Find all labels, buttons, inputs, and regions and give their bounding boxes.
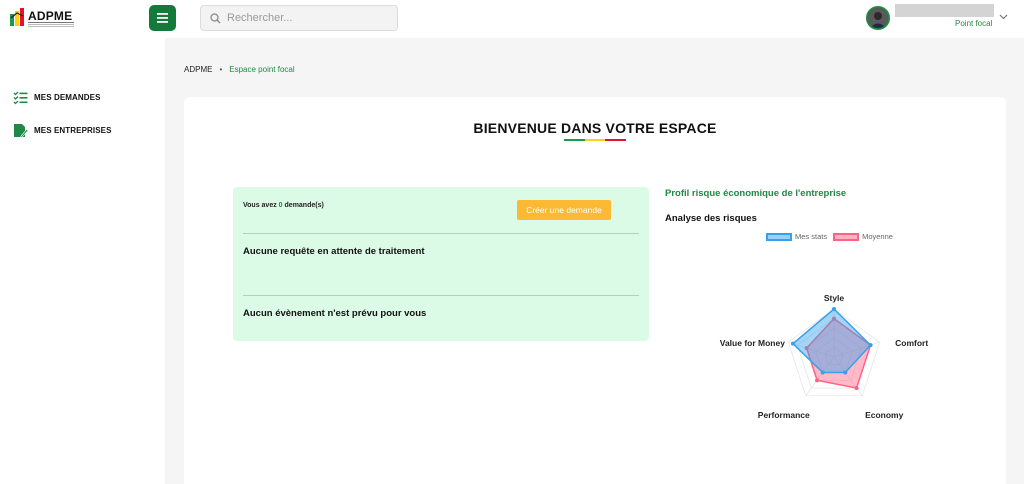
request-count-prefix: Vous avez [243, 202, 279, 209]
edit-document-icon [14, 124, 28, 138]
legend-item-mine[interactable]: Mes stats [766, 232, 827, 241]
requests-panel: Vous avez 0 demande(s) Créer une demande… [233, 187, 649, 341]
search-icon [210, 13, 221, 24]
user-avatar[interactable] [866, 6, 890, 30]
breadcrumb-root[interactable]: ADPME [184, 65, 212, 74]
user-name-redacted [895, 4, 994, 17]
checklist-icon [13, 91, 28, 105]
sidebar-item-demandes[interactable]: MES DEMANDES [13, 90, 101, 105]
no-pending-message: Aucune requête en attente de traitement [243, 246, 425, 257]
axis-label-economy: Economy [865, 410, 904, 420]
divider [243, 233, 639, 234]
sidebar-item-entreprises[interactable]: MES ENTREPRISES [13, 123, 112, 138]
chevron-down-icon[interactable] [999, 14, 1008, 20]
sidebar-item-label: MES DEMANDES [34, 93, 101, 102]
no-events-message: Aucun évènement n'est prévu pour vous [243, 308, 427, 319]
hamburger-icon [157, 13, 168, 23]
breadcrumb-current: Espace point focal [229, 65, 295, 74]
data-point [854, 386, 859, 391]
sidebar: MES DEMANDES MES ENTREPRISES [0, 38, 165, 484]
breadcrumb: ADPME • Espace point focal [184, 65, 295, 74]
axis-label-comfort: Comfort [895, 338, 928, 348]
breadcrumb-separator: • [219, 65, 223, 74]
flag-underline [564, 139, 627, 141]
main-card: BIENVENUE DANS VOTRE ESPACE Vous avez 0 … [184, 97, 1006, 484]
search-input[interactable] [227, 9, 391, 27]
chart-legend: Mes stats Moyenne [766, 232, 899, 241]
data-point [868, 343, 873, 348]
request-count-suffix: demande(s) [282, 202, 324, 209]
data-point [843, 370, 848, 375]
axis-label-style: Style [824, 293, 845, 303]
data-point [815, 378, 820, 383]
request-count-text: Vous avez 0 demande(s) [243, 202, 324, 209]
data-point [832, 307, 836, 311]
legend-swatch [766, 232, 792, 241]
page-title: BIENVENUE DANS VOTRE ESPACE [473, 120, 717, 136]
create-request-button[interactable]: Créer une demande [517, 200, 611, 220]
user-role: Point focal [955, 19, 993, 28]
axis-label-performance: Performance [758, 410, 810, 420]
legend-item-avg[interactable]: Moyenne [833, 232, 893, 241]
data-point [790, 341, 795, 346]
top-header: ADPME Point focal [0, 0, 1024, 38]
logo-tagline [28, 22, 74, 29]
logo-emblem-icon [10, 8, 24, 26]
brand-name: ADPME [28, 9, 73, 23]
legend-swatch [833, 232, 860, 241]
radar-chart: Style Comfort Economy Performance Value for … [720, 293, 929, 420]
legend-label: Mes stats [795, 232, 828, 241]
menu-toggle-button[interactable] [149, 5, 176, 31]
search-box [200, 5, 398, 31]
chart-title: Analyse des risques [665, 213, 757, 224]
data-point [820, 370, 825, 375]
risk-section-title: Profil risque économique de l'entreprise [665, 188, 847, 199]
sidebar-item-label: MES ENTREPRISES [34, 126, 112, 135]
legend-label: Moyenne [862, 232, 893, 241]
divider [243, 295, 639, 296]
brand-logo[interactable]: ADPME [9, 8, 75, 30]
axis-label-value-for-money: Value for Money [720, 338, 785, 348]
